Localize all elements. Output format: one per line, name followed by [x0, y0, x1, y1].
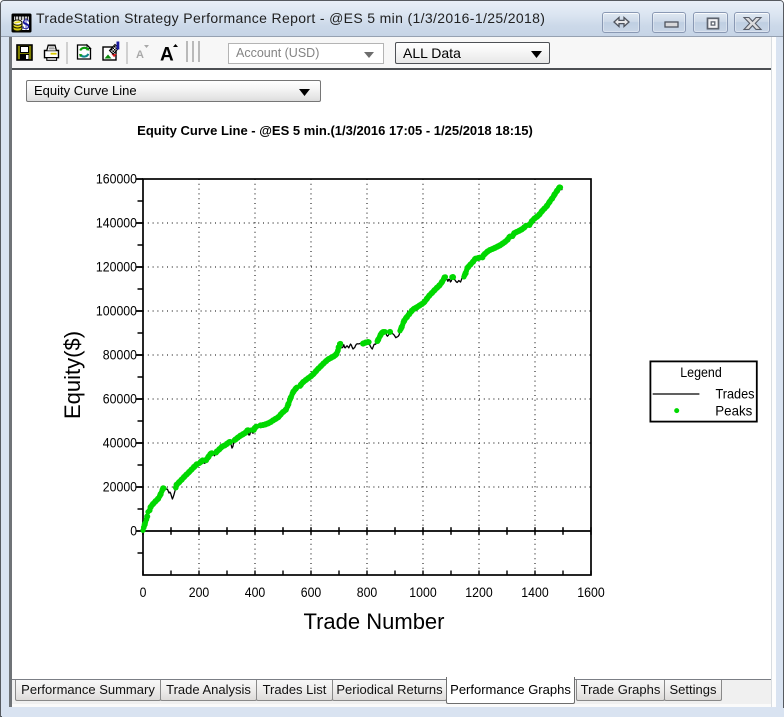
- svg-text:20000: 20000: [103, 479, 137, 495]
- svg-text:100000: 100000: [96, 303, 137, 319]
- svg-text:Trade Number: Trade Number: [303, 609, 444, 634]
- svg-text:800: 800: [357, 584, 378, 600]
- svg-text:A: A: [160, 45, 174, 66]
- svg-text:Trades: Trades: [716, 386, 755, 402]
- svg-text:600: 600: [301, 584, 322, 600]
- svg-text:0: 0: [140, 584, 147, 600]
- svg-text:140000: 140000: [96, 215, 137, 231]
- svg-text:A: A: [136, 49, 144, 61]
- svg-text:Peaks: Peaks: [715, 402, 752, 418]
- svg-text:Legend: Legend: [680, 364, 722, 380]
- svg-text:200: 200: [189, 584, 210, 600]
- svg-text:1000: 1000: [409, 584, 437, 600]
- svg-text:1400: 1400: [521, 584, 549, 600]
- svg-text:160000: 160000: [96, 171, 137, 187]
- svg-text:1600: 1600: [577, 584, 605, 600]
- svg-text:120000: 120000: [96, 259, 137, 275]
- svg-text:Equity($): Equity($): [60, 331, 85, 419]
- svg-text:1200: 1200: [465, 584, 493, 600]
- svg-text:40000: 40000: [103, 435, 137, 451]
- svg-text:400: 400: [245, 584, 266, 600]
- svg-text:$: $: [22, 17, 30, 33]
- svg-text:80000: 80000: [103, 347, 137, 363]
- svg-text:60000: 60000: [103, 391, 137, 407]
- svg-text:0: 0: [130, 523, 137, 539]
